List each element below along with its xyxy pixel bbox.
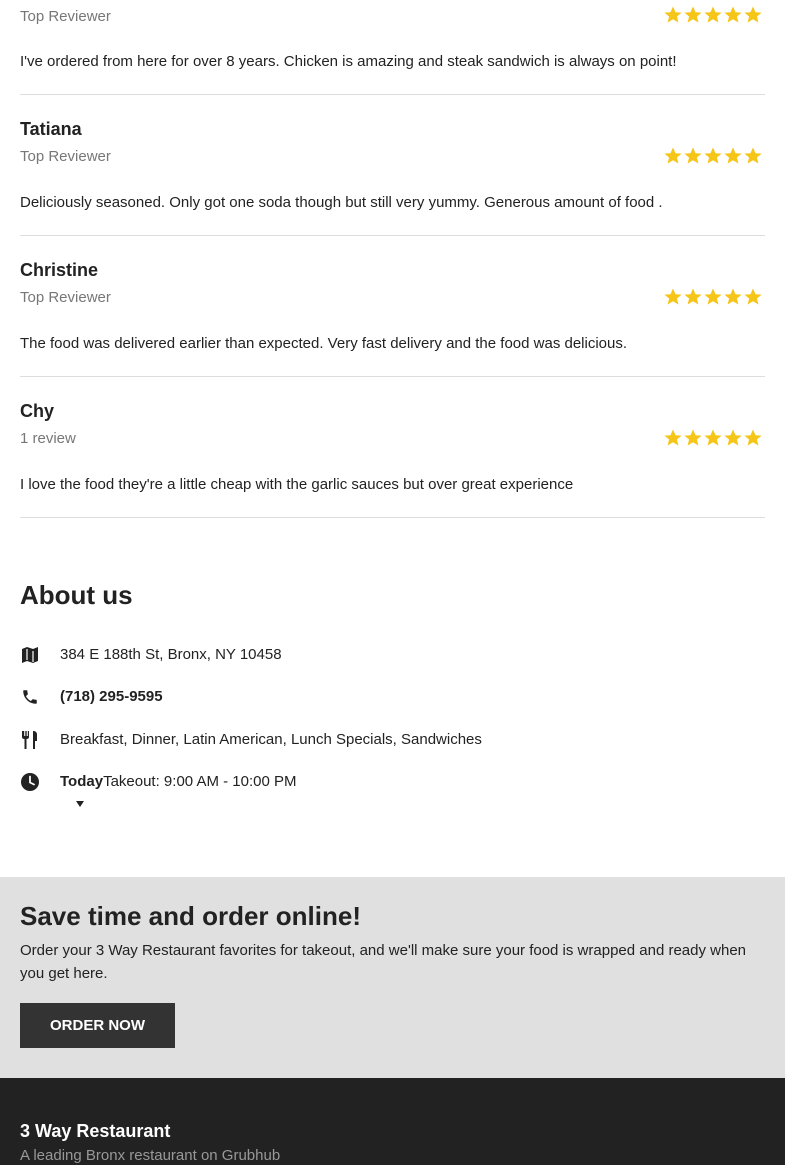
star-icon <box>744 288 762 305</box>
star-icon <box>704 6 722 23</box>
star-rating <box>663 287 763 307</box>
utensils-icon <box>20 730 40 750</box>
caret-down-icon[interactable] <box>76 801 84 807</box>
promo-title: Save time and order online! <box>20 901 361 931</box>
star-icon <box>664 429 682 446</box>
footer: 3 Way Restaurant A leading Bronx restaur… <box>0 1078 785 1165</box>
star-icon <box>704 147 722 164</box>
phone-link[interactable]: (718) 295-9595 <box>60 688 163 705</box>
reviewer-badge: 1 review <box>20 430 76 447</box>
star-icon <box>664 6 682 23</box>
phone-icon <box>20 687 40 707</box>
review-item: Top Reviewer I've ordered from here for … <box>20 0 765 95</box>
star-icon <box>724 288 742 305</box>
review-item: Tatiana Top Reviewer Deliciously seasone… <box>20 95 765 236</box>
star-icon <box>744 147 762 164</box>
review-text: The food was delivered earlier than expe… <box>20 335 628 352</box>
star-icon <box>704 429 722 446</box>
phone-row[interactable]: (718) 295-9595 <box>20 687 163 707</box>
star-icon <box>684 429 702 446</box>
review-text: I love the food they're a little cheap w… <box>20 476 574 493</box>
star-rating <box>663 428 763 448</box>
hours-row[interactable]: TodayTakeout: 9:00 AM - 10:00 PM <box>20 772 297 792</box>
hours-day: Today <box>60 773 104 790</box>
cuisine-text: Breakfast, Dinner, Latin American, Lunch… <box>60 731 482 748</box>
reviewer-badge: Top Reviewer <box>20 8 111 25</box>
address-row: 384 E 188th St, Bronx, NY 10458 <box>20 645 282 665</box>
clock-icon <box>20 772 40 792</box>
star-icon <box>744 429 762 446</box>
cuisine-row: Breakfast, Dinner, Latin American, Lunch… <box>20 730 482 750</box>
star-icon <box>664 147 682 164</box>
reviewer-name: Christine <box>20 260 99 280</box>
promo-text: Order your 3 Way Restaurant favorites fo… <box>20 942 747 982</box>
star-icon <box>744 6 762 23</box>
order-online-banner: Save time and order online! Order your 3… <box>0 877 785 1078</box>
star-icon <box>724 6 742 23</box>
footer-tagline: A leading Bronx restaurant on Grubhub <box>20 1147 281 1164</box>
star-icon <box>684 147 702 164</box>
order-now-button[interactable]: ORDER NOW <box>20 1003 175 1048</box>
star-icon <box>724 147 742 164</box>
star-icon <box>664 288 682 305</box>
review-text: I've ordered from here for over 8 years.… <box>20 53 677 70</box>
reviewer-name: Tatiana <box>20 119 82 139</box>
star-icon <box>704 288 722 305</box>
map-icon <box>20 645 40 665</box>
star-rating <box>663 5 763 25</box>
footer-restaurant-name: 3 Way Restaurant <box>20 1121 171 1141</box>
star-icon <box>684 288 702 305</box>
star-icon <box>724 429 742 446</box>
hours-value: Takeout: 9:00 AM - 10:00 PM <box>103 773 297 790</box>
review-item: Christine Top Reviewer The food was deli… <box>20 236 765 377</box>
reviewer-name: Chy <box>20 401 55 421</box>
reviewer-badge: Top Reviewer <box>20 289 111 306</box>
hours-text: TodayTakeout: 9:00 AM - 10:00 PM <box>60 773 297 790</box>
review-text: Deliciously seasoned. Only got one soda … <box>20 194 663 211</box>
address-text: 384 E 188th St, Bronx, NY 10458 <box>60 646 282 663</box>
review-item: Chy 1 review I love the food they're a l… <box>20 377 765 518</box>
star-rating <box>663 146 763 166</box>
about-title: About us <box>20 580 133 610</box>
reviewer-badge: Top Reviewer <box>20 148 111 165</box>
star-icon <box>684 6 702 23</box>
